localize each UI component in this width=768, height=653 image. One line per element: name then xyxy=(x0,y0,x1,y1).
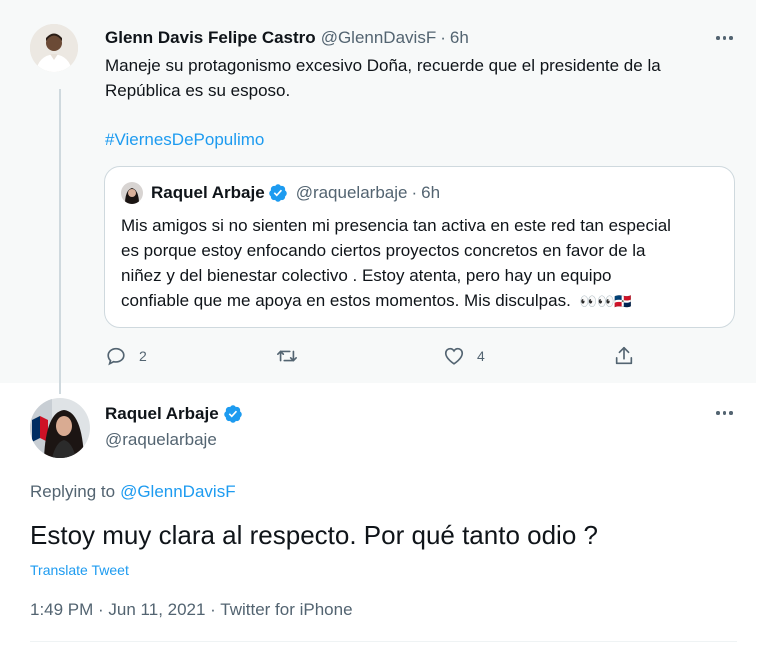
tweet-time[interactable]: 6h xyxy=(450,28,469,48)
separator: · xyxy=(411,183,418,202)
share-action[interactable] xyxy=(613,345,635,367)
share-icon[interactable] xyxy=(613,345,635,367)
tweet-timestamp[interactable]: 1:49 PM · Jun 11, 2021 · Twitter for iPh… xyxy=(30,600,353,620)
quote-text-line: Mis amigos si no sienten mi presencia ta… xyxy=(121,216,671,235)
quoted-tweet[interactable]: Raquel Arbaje @raquelarbaje · 6h Mis ami… xyxy=(104,166,735,328)
replying-to: Replying to @GlennDavisF xyxy=(30,482,236,502)
parent-tweet-text: Maneje su protagonismo excesivo Doña, re… xyxy=(105,53,661,103)
more-icon[interactable] xyxy=(716,411,733,415)
parent-text-line: República es su esposo. xyxy=(105,81,291,100)
parent-tweet[interactable]: Glenn Davis Felipe Castro @GlennDavisF ·… xyxy=(0,0,756,383)
replying-prefix: Replying to xyxy=(30,482,116,501)
more-icon[interactable] xyxy=(716,36,733,40)
verified-badge-icon xyxy=(268,184,287,202)
retweet-icon[interactable] xyxy=(275,345,299,367)
quote-text-line: niñez y del bienestar colectivo . Estoy … xyxy=(121,266,612,285)
quote-text-line: es porque estoy enfocando ciertos proyec… xyxy=(121,241,646,260)
quote-text: Mis amigos si no sienten mi presencia ta… xyxy=(121,213,671,314)
avatar-raquel[interactable] xyxy=(30,398,90,458)
avatar-glenn[interactable] xyxy=(30,24,78,72)
quote-author-handle[interactable]: @raquelarbaje xyxy=(296,183,408,203)
reply-author-handle[interactable]: @raquelarbaje xyxy=(105,430,217,450)
thread-connector-line xyxy=(59,89,61,394)
parent-header: Glenn Davis Felipe Castro @GlennDavisF ·… xyxy=(105,28,469,48)
author-handle[interactable]: @GlennDavisF xyxy=(321,28,437,48)
like-count: 4 xyxy=(477,348,485,364)
reply-text: Estoy muy clara al respecto. Por qué tan… xyxy=(30,520,598,550)
reply-header: Raquel Arbaje xyxy=(105,404,243,424)
like-action[interactable]: 4 xyxy=(443,345,485,367)
translate-tweet-link[interactable]: Translate Tweet xyxy=(30,562,129,578)
quote-text-line: confiable que me apoya en estos momentos… xyxy=(121,291,571,310)
reply-action[interactable]: 2 xyxy=(105,345,147,367)
avatar-raquel-small xyxy=(121,182,143,204)
verified-badge-icon xyxy=(223,405,242,423)
quote-header: Raquel Arbaje @raquelarbaje · 6h xyxy=(121,182,440,204)
parent-text-line: Maneje su protagonismo excesivo Doña, re… xyxy=(105,56,661,75)
emoji-text: 👀👀🇩🇴 xyxy=(579,293,632,309)
quote-author-name[interactable]: Raquel Arbaje xyxy=(151,183,265,203)
reply-count: 2 xyxy=(139,348,147,364)
retweet-action[interactable] xyxy=(275,345,299,367)
quote-time[interactable]: 6h xyxy=(421,183,440,203)
author-name[interactable]: Glenn Davis Felipe Castro xyxy=(105,28,316,48)
reply-author-name[interactable]: Raquel Arbaje xyxy=(105,404,219,424)
separator: · xyxy=(440,28,446,47)
reply-icon[interactable] xyxy=(105,345,127,367)
replying-to-link[interactable]: @GlennDavisF xyxy=(120,482,236,502)
like-icon[interactable] xyxy=(443,345,465,367)
divider xyxy=(30,641,737,642)
hashtag-link[interactable]: #ViernesDePopulimo xyxy=(105,127,264,152)
